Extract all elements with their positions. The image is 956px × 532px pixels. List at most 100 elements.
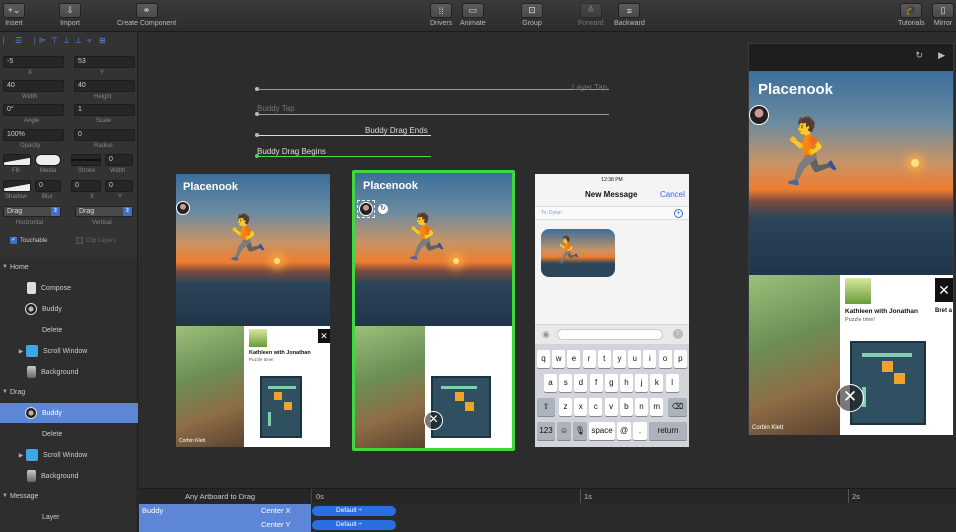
layer-group-drag[interactable]: ▼ Drag bbox=[0, 382, 138, 402]
delete-close-icon[interactable]: ✕ bbox=[836, 384, 864, 412]
artboard-message[interactable]: 12:38 PM New Message Cancel To: Dylan + 🏃… bbox=[535, 174, 689, 447]
key[interactable]: f bbox=[589, 374, 603, 392]
key[interactable]: return bbox=[649, 422, 687, 440]
canvas[interactable]: Layer Tap Buddy Tap Buddy Drag Ends Budd… bbox=[139, 32, 956, 488]
radius-field[interactable]: 0 bbox=[74, 129, 135, 141]
buddy-drag-begins-track[interactable] bbox=[255, 154, 431, 158]
layer-group-message[interactable]: ▼ Message bbox=[0, 486, 138, 506]
key[interactable]: r bbox=[582, 350, 596, 368]
align-top-icon[interactable]: ⊤ bbox=[51, 36, 60, 45]
layer-drag-buddy[interactable]: Buddy bbox=[0, 403, 138, 423]
layer-background[interactable]: Background bbox=[0, 362, 138, 382]
align-right-icon[interactable]: ⎹ bbox=[27, 36, 36, 45]
layer-drag-scroll-window[interactable]: ▶ Scroll Window bbox=[0, 445, 138, 465]
touchable-checkbox[interactable]: ✓ Touchable bbox=[10, 237, 47, 244]
key[interactable]: s bbox=[559, 374, 573, 392]
distribute-v-icon[interactable]: ⫧ bbox=[87, 36, 96, 45]
shadow-blur-field[interactable]: 0 bbox=[35, 180, 61, 192]
align-middle-icon[interactable]: ⊥ bbox=[63, 36, 72, 45]
tutorials-button[interactable]: 🎓 Tutorials bbox=[898, 3, 925, 27]
layer-group-home[interactable]: ▼ Home bbox=[0, 257, 138, 277]
photo-card[interactable]: Corbin Klett bbox=[749, 275, 840, 435]
key[interactable]: 123 bbox=[537, 422, 555, 440]
add-contact-icon[interactable]: + bbox=[674, 209, 683, 218]
time-ruler[interactable]: 0s 1s 2s bbox=[311, 489, 956, 503]
layer-tap-track[interactable] bbox=[255, 87, 609, 91]
delete-close-icon[interactable]: ✕ bbox=[424, 411, 443, 430]
key[interactable]: j bbox=[635, 374, 649, 392]
key[interactable]: space bbox=[589, 422, 615, 440]
fill-swatch[interactable] bbox=[3, 154, 31, 166]
animation-bar-center-x[interactable]: Default ÷ bbox=[312, 506, 396, 516]
buddy-tap-track[interactable] bbox=[255, 112, 609, 116]
timeline-layer-buddy[interactable]: Buddy Center X Center Y bbox=[139, 504, 311, 532]
next-card[interactable] bbox=[497, 326, 512, 448]
drivers-button[interactable]: ⁞⁞ Drivers bbox=[430, 3, 452, 27]
group-button[interactable]: ⊡ Group bbox=[521, 3, 543, 27]
key[interactable]: g bbox=[604, 374, 618, 392]
photo-card[interactable] bbox=[355, 326, 425, 448]
key[interactable]: @ bbox=[617, 422, 631, 440]
buddy-drag-ends-track[interactable] bbox=[255, 133, 431, 137]
buddy-avatar[interactable] bbox=[359, 202, 373, 216]
key[interactable]: l bbox=[665, 374, 679, 392]
media-swatch[interactable] bbox=[35, 154, 61, 166]
message-input[interactable] bbox=[557, 329, 663, 340]
horizontal-select[interactable]: Drag ⇕ bbox=[3, 206, 61, 217]
photo-card[interactable]: Corbin Klett bbox=[176, 326, 244, 447]
key[interactable]: m bbox=[650, 398, 664, 416]
next-card[interactable]: ✕ bbox=[316, 326, 330, 447]
key[interactable]: u bbox=[628, 350, 642, 368]
key[interactable]: b bbox=[619, 398, 633, 416]
buddy-avatar[interactable] bbox=[176, 201, 190, 215]
width-field[interactable]: 40 bbox=[3, 80, 64, 92]
x-field[interactable]: -5 bbox=[3, 56, 64, 68]
key[interactable]: ⌫ bbox=[668, 398, 687, 416]
key[interactable]: x bbox=[574, 398, 588, 416]
layer-drag-delete[interactable]: Delete bbox=[0, 424, 138, 444]
animation-bar-center-y[interactable]: Default ÷ bbox=[312, 520, 396, 530]
angle-field[interactable]: 0° bbox=[3, 104, 64, 116]
link-badge-icon[interactable]: ↻ bbox=[378, 204, 388, 214]
import-button[interactable]: ⇩ Import bbox=[59, 3, 81, 27]
align-center-icon[interactable]: ☰ bbox=[15, 36, 24, 45]
key[interactable]: t bbox=[597, 350, 611, 368]
key[interactable]: 🎙 bbox=[573, 422, 587, 440]
next-card[interactable]: ✕ Bret a bbox=[932, 275, 953, 435]
bounds-icon[interactable]: ⊞ bbox=[99, 36, 108, 45]
key[interactable]: ⇧ bbox=[537, 398, 555, 416]
shadow-swatch[interactable] bbox=[3, 180, 31, 192]
align-left-icon[interactable]: ⎸ bbox=[3, 36, 12, 45]
key[interactable]: . bbox=[633, 422, 647, 440]
cancel-button[interactable]: Cancel bbox=[660, 190, 685, 199]
layer-scroll-window[interactable]: ▶ Scroll Window bbox=[0, 341, 138, 361]
key[interactable]: v bbox=[604, 398, 618, 416]
key[interactable]: i bbox=[643, 350, 657, 368]
layer-buddy[interactable]: Buddy bbox=[0, 299, 138, 319]
animate-button[interactable]: ▭ Animate bbox=[460, 3, 486, 27]
forward-button[interactable]: ≙ Forward bbox=[578, 3, 604, 27]
height-field[interactable]: 40 bbox=[74, 80, 135, 92]
key[interactable]: q bbox=[537, 350, 550, 368]
preview-screen[interactable]: 🏃 Placenook Corbin Klett Kathleen with J… bbox=[749, 71, 953, 435]
stroke-width-field[interactable]: 0 bbox=[105, 154, 133, 166]
to-field[interactable]: To: Dylan + bbox=[535, 206, 689, 220]
clip-layers-checkbox[interactable]: Clip Layers bbox=[76, 237, 116, 244]
puzzle-card[interactable]: Kathleen with Jonathan Puzzle time! bbox=[246, 326, 314, 447]
backward-button[interactable]: ≡ Backward bbox=[614, 3, 645, 27]
layer-layer[interactable]: Layer bbox=[0, 507, 138, 527]
distribute-h-icon[interactable]: ⊫ bbox=[39, 36, 48, 45]
key[interactable]: ☺ bbox=[557, 422, 571, 440]
buddy-avatar[interactable] bbox=[749, 105, 769, 125]
layer-compose[interactable]: Compose bbox=[0, 278, 138, 298]
key[interactable]: w bbox=[552, 350, 566, 368]
y-field[interactable]: 53 bbox=[74, 56, 135, 68]
key[interactable]: e bbox=[567, 350, 581, 368]
key[interactable]: k bbox=[650, 374, 664, 392]
artboard-home[interactable]: 🏃 Placenook Corbin Klett Kathleen with J… bbox=[176, 174, 330, 447]
puzzle-card[interactable] bbox=[427, 326, 495, 448]
video-camera-icon[interactable]: ▶ bbox=[938, 50, 945, 61]
align-bottom-icon[interactable]: ⊥ bbox=[75, 36, 84, 45]
opacity-field[interactable]: 100% bbox=[3, 129, 64, 141]
shadow-x-field[interactable]: 0 bbox=[71, 180, 101, 192]
